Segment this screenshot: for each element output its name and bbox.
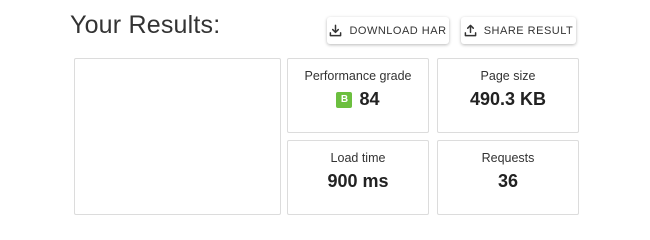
download-har-label: DOWNLOAD HAR — [349, 24, 447, 37]
grade-badge: B — [336, 91, 353, 108]
page-size-value: 490.3 KB — [469, 89, 547, 109]
load-time-card: Load time 900 ms — [287, 140, 429, 215]
requests-card: Requests 36 — [437, 140, 579, 215]
download-icon — [329, 24, 342, 37]
performance-grade-value: B 84 — [336, 89, 380, 110]
share-result-label: SHARE RESULT — [483, 24, 574, 37]
download-har-button[interactable]: DOWNLOAD HAR — [327, 17, 449, 44]
upload-icon — [464, 24, 477, 37]
requests-label: Requests — [481, 151, 535, 165]
page-size-card: Page size 490.3 KB — [437, 58, 579, 133]
requests-value: 36 — [497, 171, 519, 191]
page-title: Your Results: — [70, 11, 221, 39]
performance-grade-label: Performance grade — [304, 69, 412, 83]
performance-score: 84 — [359, 89, 380, 109]
page-screenshot-panel — [74, 58, 281, 215]
load-time-label: Load time — [330, 151, 386, 165]
load-time-value: 900 ms — [327, 171, 389, 191]
share-result-button[interactable]: SHARE RESULT — [461, 17, 576, 44]
page-size-label: Page size — [480, 69, 536, 83]
performance-grade-card: Performance grade B 84 — [287, 58, 429, 133]
